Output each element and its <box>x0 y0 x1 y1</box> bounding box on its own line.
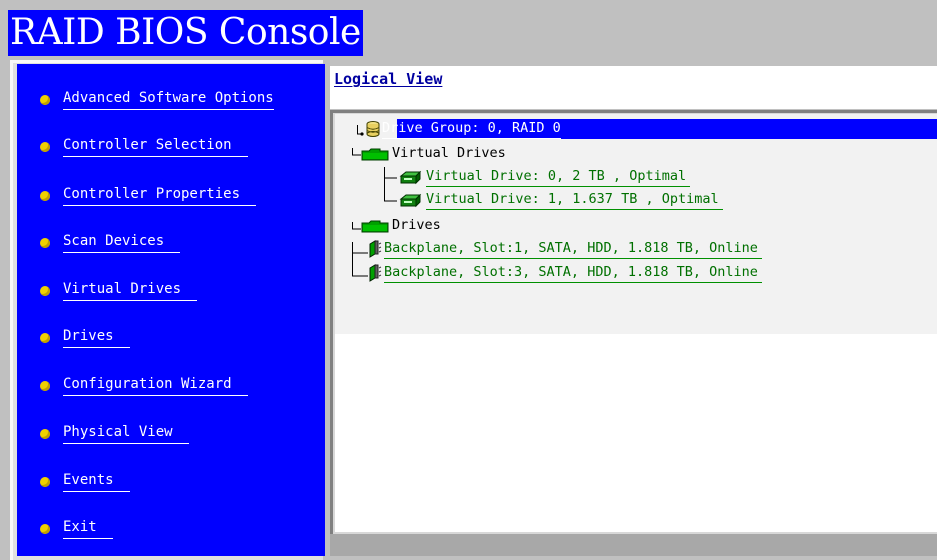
folder-icon <box>360 218 390 234</box>
tree-node-drive-group[interactable]: Drive Group: 0, RAID 0 <box>360 119 578 139</box>
tree-node-label[interactable]: Backplane, Slot:3, SATA, HDD, 1.818 TB, … <box>384 264 762 283</box>
tree-node-label[interactable]: Backplane, Slot:1, SATA, HDD, 1.818 TB, … <box>384 240 762 259</box>
tree-node-virtual-drives-folder[interactable]: Virtual Drives <box>360 144 506 164</box>
bottom-bar <box>330 534 937 556</box>
sidebar-menu: Advanced Software Options Controller Sel… <box>17 64 325 556</box>
menu-item-label[interactable]: Controller Properties <box>63 186 257 206</box>
tree-node-label[interactable]: Virtual Drive: 0, 2 TB , Optimal <box>426 168 691 187</box>
tree-node-label[interactable]: Drives <box>392 217 441 235</box>
view-title[interactable]: Logical View <box>334 70 442 88</box>
virtual-drive-icon <box>398 192 422 208</box>
menu-item-exit[interactable]: Exit <box>40 517 113 541</box>
menu-bullet-icon <box>40 381 50 391</box>
tree-node-virtual-drive-1[interactable]: Virtual Drive: 1, 1.637 TB , Optimal <box>398 190 723 210</box>
tree-node-label[interactable]: Drive Group: 0, RAID 0 <box>382 120 561 139</box>
menu-bullet-icon <box>40 429 50 439</box>
menu-bullet-icon <box>40 477 50 487</box>
tree-node-drive-slot-3[interactable]: Backplane, Slot:3, SATA, HDD, 1.818 TB, … <box>368 263 762 283</box>
menu-bullet-icon <box>40 524 50 534</box>
menu-item-label[interactable]: Configuration Wizard <box>63 376 248 396</box>
menu-item-label[interactable]: Virtual Drives <box>63 281 198 301</box>
menu-item-virtual-drives[interactable]: Virtual Drives <box>40 279 198 303</box>
menu-bullet-icon <box>40 238 50 248</box>
menu-item-physical-view[interactable]: Physical View <box>40 422 189 446</box>
disk-stack-icon <box>360 119 380 139</box>
physical-drive-icon <box>368 240 382 258</box>
virtual-drive-icon <box>398 169 422 185</box>
tree-node-label[interactable]: Virtual Drive: 1, 1.637 TB , Optimal <box>426 191 723 210</box>
menu-bullet-icon <box>40 191 50 201</box>
menu-item-configuration-wizard[interactable]: Configuration Wizard <box>40 374 248 398</box>
tree-node-drive-slot-1[interactable]: Backplane, Slot:1, SATA, HDD, 1.818 TB, … <box>368 239 762 259</box>
menu-item-label[interactable]: Advanced Software Options <box>63 90 274 110</box>
menu-item-label[interactable]: Drives <box>63 328 130 348</box>
menu-item-events[interactable]: Events <box>40 470 130 494</box>
menu-item-label[interactable]: Scan Devices <box>63 233 181 253</box>
menu-item-label[interactable]: Exit <box>63 519 113 539</box>
menu-bullet-icon <box>40 95 50 105</box>
menu-item-label[interactable]: Events <box>63 472 130 492</box>
menu-item-label[interactable]: Controller Selection <box>63 137 248 157</box>
folder-icon <box>360 146 390 162</box>
menu-item-controller-selection[interactable]: Controller Selection <box>40 135 248 159</box>
menu-item-advanced-software-options[interactable]: Advanced Software Options <box>40 88 274 112</box>
menu-item-scan-devices[interactable]: Scan Devices <box>40 231 181 255</box>
menu-item-controller-properties[interactable]: Controller Properties <box>40 184 257 208</box>
tree-node-virtual-drive-0[interactable]: Virtual Drive: 0, 2 TB , Optimal <box>398 167 691 187</box>
view-header: Logical View <box>330 66 937 109</box>
menu-bullet-icon <box>40 142 50 152</box>
menu-item-drives[interactable]: Drives <box>40 326 130 350</box>
menu-item-label[interactable]: Physical View <box>63 424 189 444</box>
menu-bullet-icon <box>40 286 50 296</box>
tree-node-label[interactable]: Virtual Drives <box>392 145 506 163</box>
tree-node-drives-folder[interactable]: Drives <box>360 216 441 236</box>
physical-drive-icon <box>368 264 382 282</box>
app-title: RAID BIOS Console <box>8 10 363 56</box>
menu-bullet-icon <box>40 333 50 343</box>
